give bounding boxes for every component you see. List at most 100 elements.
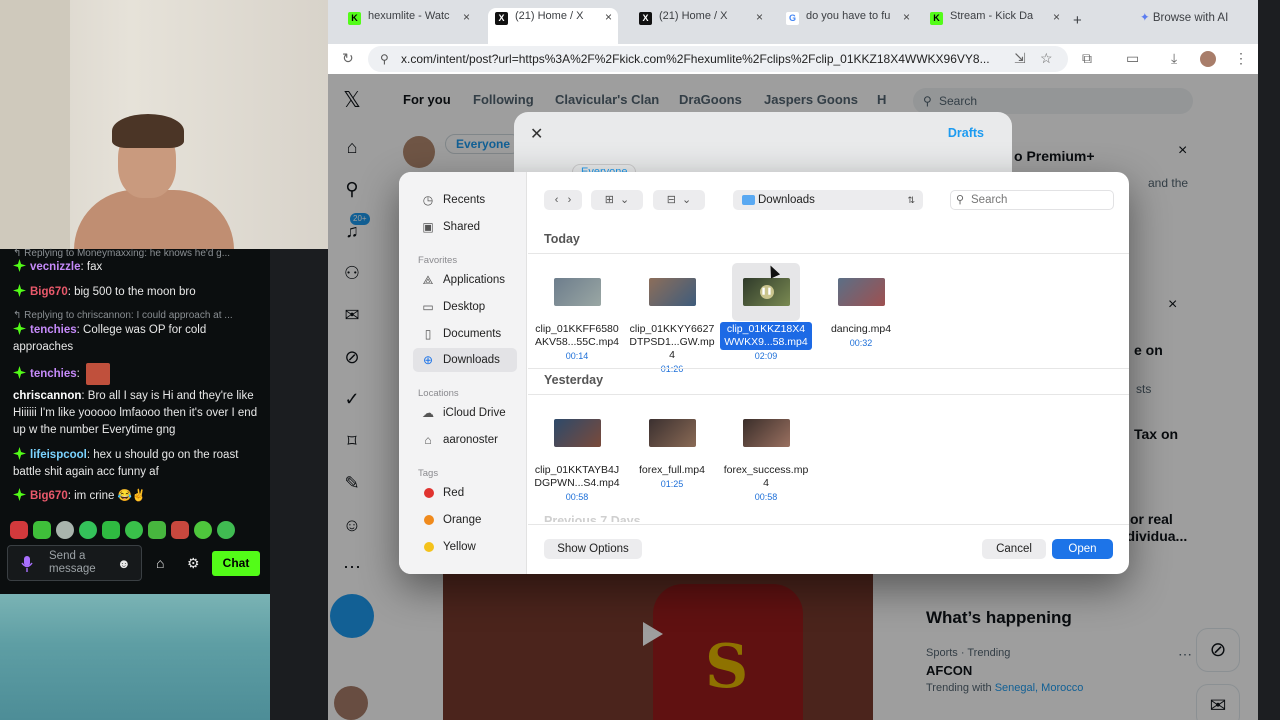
settings-gear-icon[interactable]: ⚙ bbox=[187, 555, 200, 572]
emote-icon[interactable] bbox=[194, 521, 212, 539]
browse-with-ai-button[interactable]: ✦ Browse with AI bbox=[1140, 10, 1228, 24]
show-options-button[interactable]: Show Options bbox=[544, 539, 642, 559]
file-item[interactable]: clip_01KKTAYB4JDGPWN...S4.mp4 00:58 bbox=[531, 419, 623, 502]
emote-icon[interactable] bbox=[125, 521, 143, 539]
location-select[interactable]: Downloads ⇅ bbox=[733, 190, 923, 210]
close-tab-icon[interactable]: × bbox=[903, 10, 910, 24]
close-tab-icon[interactable]: × bbox=[756, 10, 763, 24]
close-tab-icon[interactable]: × bbox=[463, 10, 470, 24]
emote-icon[interactable] bbox=[33, 521, 51, 539]
sidebar-item-shared[interactable]: ▣ Shared bbox=[413, 215, 517, 239]
file-item[interactable]: clip_01KKFF6580AKV58...55C.mp4 00:14 bbox=[531, 278, 623, 361]
video-thumbnail bbox=[553, 278, 601, 306]
shared-folder-icon: ▣ bbox=[422, 220, 434, 234]
emote-icon[interactable] bbox=[79, 521, 97, 539]
emote-icon[interactable] bbox=[217, 521, 235, 539]
reload-icon[interactable]: ↻ bbox=[342, 50, 354, 67]
file-item[interactable]: forex_full.mp4 01:25 bbox=[626, 419, 718, 489]
downloads-icon[interactable]: ⤓ bbox=[1171, 50, 1177, 67]
home-icon: ⌂ bbox=[424, 433, 432, 447]
icon-view-button[interactable]: ⊞ ⌄ bbox=[591, 190, 643, 210]
emote-icon[interactable] bbox=[171, 521, 189, 539]
kick-icon: K bbox=[348, 12, 361, 25]
address-bar-row: ↻ ⚲ x.com/intent/post?url=https%3A%2F%2F… bbox=[328, 44, 1258, 74]
url-field[interactable]: ⚲ x.com/intent/post?url=https%3A%2F%2Fki… bbox=[368, 46, 1068, 72]
emote-bar bbox=[10, 521, 235, 539]
close-tab-icon[interactable]: × bbox=[1053, 10, 1060, 24]
screen-edge bbox=[1258, 0, 1280, 720]
close-tab-icon[interactable]: × bbox=[605, 10, 612, 24]
menu-kebab-icon[interactable]: ⋮ bbox=[1234, 50, 1248, 67]
file-item[interactable]: dancing.mp4 00:32 bbox=[815, 278, 907, 348]
section-yesterday: Yesterday bbox=[544, 373, 604, 387]
back-forward-buttons[interactable]: ‹ › bbox=[544, 190, 582, 210]
file-item-selected[interactable]: ❚❚ clip_01KKZ18X4WWKX9...58.mp4 02:09 bbox=[720, 263, 812, 361]
browser-tab[interactable]: Gdo you have to fu × bbox=[786, 10, 910, 36]
extensions-icon[interactable]: ⧉ bbox=[1082, 50, 1092, 67]
applications-icon: ⟁ bbox=[422, 273, 434, 287]
emote-icon[interactable] bbox=[102, 521, 120, 539]
browser-tab-active[interactable]: X (21) Home / X × bbox=[488, 8, 618, 44]
chat-username[interactable]: lifeispcool bbox=[30, 449, 87, 461]
sidebar-item-downloads[interactable]: ⊕ Downloads bbox=[413, 348, 517, 372]
google-icon: G bbox=[786, 12, 799, 25]
install-icon[interactable]: ⇲ bbox=[1014, 50, 1026, 67]
new-tab-button[interactable]: + bbox=[1073, 12, 1082, 38]
chat-text: : fax bbox=[80, 261, 103, 273]
chat-username[interactable]: vecnizzle bbox=[30, 261, 81, 273]
chat-send-button[interactable]: Chat bbox=[212, 551, 260, 576]
sidebar-item-documents[interactable]: ▯ Documents bbox=[413, 322, 517, 346]
dialog-search-input[interactable]: ⚲ Search bbox=[950, 190, 1114, 210]
water-background bbox=[0, 594, 270, 720]
webcam-background bbox=[0, 0, 70, 249]
browser-tab[interactable]: X (21) Home / X × bbox=[639, 10, 763, 36]
file-name: forex_success.mp4 bbox=[723, 464, 809, 489]
sidebar-item-home[interactable]: ⌂ aaronoster bbox=[413, 428, 517, 452]
site-info-icon[interactable]: ⚲ bbox=[380, 46, 389, 72]
close-icon[interactable]: ✕ bbox=[530, 124, 543, 144]
sidebar-tag-red[interactable]: Red bbox=[413, 481, 517, 505]
chat-username[interactable]: tenchies bbox=[30, 368, 77, 380]
file-item[interactable]: forex_success.mp4 00:58 bbox=[720, 419, 812, 502]
group-view-button[interactable]: ⊟ ⌄ bbox=[653, 190, 705, 210]
file-item[interactable]: clip_01KKYY6627DTPSD1...GW.mp4 01:26 bbox=[626, 278, 718, 374]
finder-sidebar: ◷ Recents ▣ Shared Favorites ⟁ Applications… bbox=[399, 172, 527, 574]
file-name: dancing.mp4 bbox=[830, 323, 892, 335]
chat-username[interactable]: Big670 bbox=[30, 490, 68, 502]
emote-icon[interactable] bbox=[56, 521, 74, 539]
kick-chat-panel: ↰ Replying to Moneymaxxing: he knows he'… bbox=[0, 248, 270, 594]
drafts-link[interactable]: Drafts bbox=[948, 126, 984, 140]
sidebar-item-recents[interactable]: ◷ Recents bbox=[413, 188, 517, 212]
sidebar-item-desktop[interactable]: ▭ Desktop bbox=[413, 295, 517, 319]
section-divider bbox=[528, 253, 1129, 254]
webcam-feed bbox=[0, 0, 328, 249]
profile-avatar[interactable] bbox=[1200, 51, 1216, 67]
chat-username[interactable]: tenchies bbox=[30, 324, 77, 336]
chat-username[interactable]: chriscannon bbox=[13, 390, 81, 402]
microphone-icon[interactable] bbox=[20, 555, 34, 573]
sidebar-tag-yellow[interactable]: Yellow bbox=[413, 535, 517, 559]
emote-icon[interactable] bbox=[148, 521, 166, 539]
open-button[interactable]: Open bbox=[1052, 539, 1113, 559]
streamer-torso bbox=[74, 190, 234, 249]
pause-icon[interactable]: ❚❚ bbox=[759, 285, 774, 299]
browser-tab[interactable]: Khexumlite - Watc × bbox=[348, 10, 470, 36]
sidebar-item-applications[interactable]: ⟁ Applications bbox=[413, 268, 517, 292]
bookmark-star-icon[interactable]: ☆ bbox=[1040, 50, 1053, 67]
store-icon[interactable]: ⌂ bbox=[156, 555, 164, 572]
chat-username[interactable]: Big670 bbox=[30, 286, 68, 298]
emoji-picker-icon[interactable]: ☻ bbox=[117, 555, 131, 572]
x-logo-icon: X bbox=[639, 12, 652, 25]
chat-message: tenchies: bbox=[13, 363, 263, 385]
browser-tab[interactable]: K Stream - Kick Da × bbox=[930, 10, 1060, 36]
emote-icon[interactable] bbox=[10, 521, 28, 539]
sidebar-item-icloud[interactable]: ☁ iCloud Drive bbox=[413, 401, 517, 425]
chat-message-input[interactable]: Send a message ☻ bbox=[7, 545, 142, 581]
file-name: clip_01KKFF6580AKV58...55C.mp4 bbox=[534, 323, 620, 348]
updown-chevron-icon: ⇅ bbox=[907, 195, 915, 205]
badge-icon bbox=[13, 322, 26, 335]
cancel-button[interactable]: Cancel bbox=[982, 539, 1046, 559]
sidepanel-icon[interactable]: ▭ bbox=[1126, 50, 1139, 67]
file-name: clip_01KKYY6627DTPSD1...GW.mp4 bbox=[629, 323, 715, 361]
sidebar-tag-orange[interactable]: Orange bbox=[413, 508, 517, 532]
